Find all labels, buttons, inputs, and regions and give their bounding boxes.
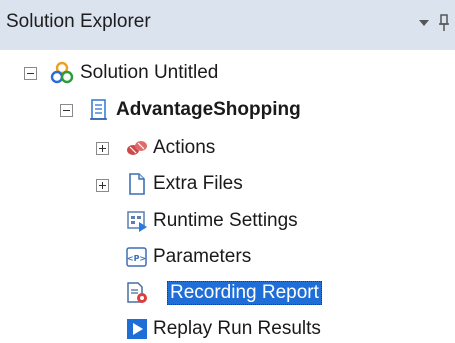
tree-label: Recording Report xyxy=(167,281,322,305)
tree-node-project[interactable]: AdvantageShopping xyxy=(0,92,455,126)
tree-label: Extra Files xyxy=(153,173,243,194)
tree-item-extra-files[interactable]: Extra Files xyxy=(0,165,455,199)
pin-icon[interactable] xyxy=(436,10,452,36)
tree-item-parameters[interactable]: <P> Parameters xyxy=(0,237,455,271)
tree-node-solution[interactable]: Solution Untitled xyxy=(0,55,455,89)
solution-icon xyxy=(50,61,74,85)
actions-icon xyxy=(125,136,149,160)
tree-label: Parameters xyxy=(153,246,252,267)
dropdown-triangle-icon[interactable] xyxy=(414,10,434,36)
tree-label: Solution Untitled xyxy=(80,62,219,83)
test-document-icon xyxy=(87,98,111,122)
tree-item-runtime-settings[interactable]: Runtime Settings xyxy=(0,201,455,235)
collapse-toggle[interactable] xyxy=(60,104,73,117)
file-icon xyxy=(125,172,149,196)
panel-titlebar: Solution Explorer xyxy=(0,0,455,50)
panel-title: Solution Explorer xyxy=(6,11,151,32)
parameters-icon: <P> xyxy=(125,245,149,269)
svg-text:<P>: <P> xyxy=(127,254,146,263)
runtime-settings-icon xyxy=(125,209,149,233)
expand-toggle[interactable] xyxy=(96,179,109,192)
tree-item-recording-report[interactable]: Recording Report xyxy=(0,273,455,307)
tree-label: Runtime Settings xyxy=(153,210,298,231)
tree-item-replay-run-results[interactable]: Replay Run Results xyxy=(0,309,455,343)
tree-item-actions[interactable]: Actions xyxy=(0,128,455,162)
solution-explorer-panel: Solution Explorer Solution Untitled Adva… xyxy=(0,0,455,339)
tree-label: AdvantageShopping xyxy=(116,99,301,120)
play-icon xyxy=(125,317,149,341)
recording-report-icon xyxy=(125,281,149,305)
tree-label: Actions xyxy=(153,137,216,158)
collapse-toggle[interactable] xyxy=(24,67,37,80)
tree-label: Replay Run Results xyxy=(153,318,321,339)
expand-toggle[interactable] xyxy=(96,142,109,155)
